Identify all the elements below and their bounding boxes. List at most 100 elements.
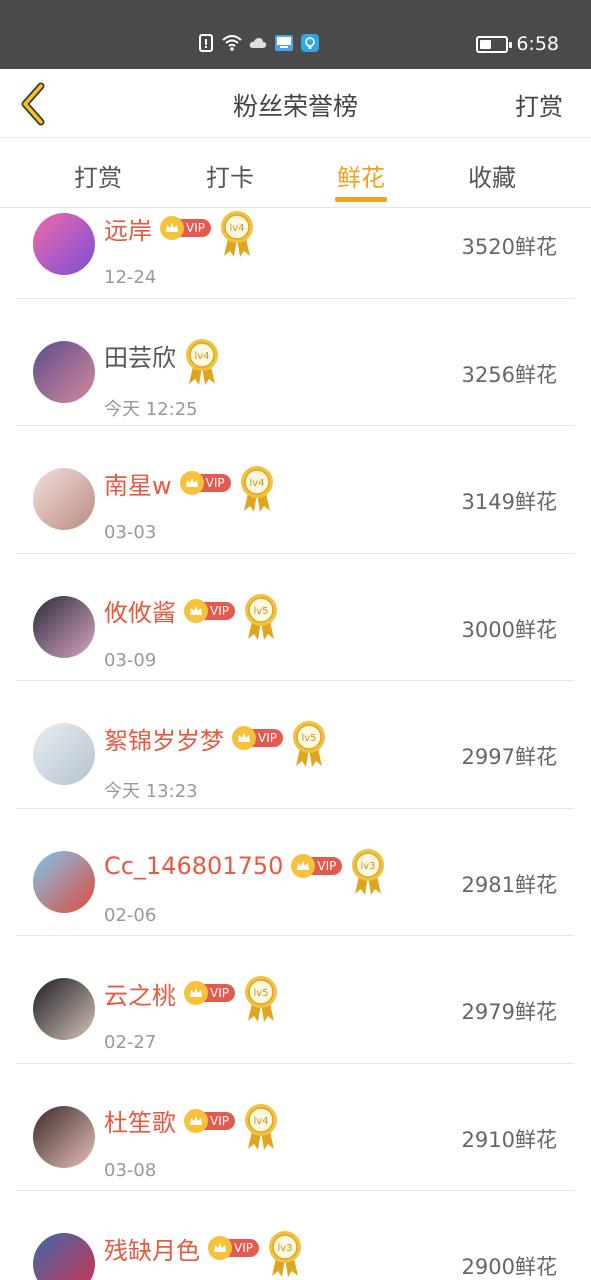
vip-badge: VIP	[291, 853, 343, 878]
reward-button[interactable]: 打赏	[515, 87, 563, 122]
tab-favorites[interactable]: 收藏	[452, 158, 532, 193]
fan-name[interactable]: 杜笙歌	[104, 1103, 176, 1138]
list-item[interactable]: 攸攸酱 VIP lv5 03-09 3000鲜花	[0, 554, 591, 682]
level-medal-icon: lv4	[239, 465, 275, 513]
name-line: 杜笙歌 VIP lv4	[104, 1103, 279, 1150]
svg-text:lv4: lv4	[253, 1116, 268, 1127]
fan-name[interactable]: 絮锦岁岁梦	[104, 721, 224, 756]
cloud-icon	[249, 38, 267, 48]
crown-icon	[291, 853, 316, 878]
list-item[interactable]: 田芸欣 lv4 今天 12:25 3256鲜花	[0, 299, 591, 427]
level-medal-icon: lv3	[267, 1230, 303, 1278]
avatar[interactable]	[33, 213, 95, 275]
fan-date: 今天 13:23	[104, 781, 198, 802]
name-line: 田芸欣 lv4	[104, 338, 220, 385]
status-time: 6:58	[516, 33, 559, 55]
fan-name[interactable]: 残缺月色	[104, 1231, 200, 1266]
tab-flowers[interactable]: 鲜花	[321, 158, 401, 193]
fan-date: 02-27	[104, 1032, 157, 1053]
alert-icon	[199, 34, 213, 52]
crown-icon	[184, 981, 208, 1005]
fan-name[interactable]: 攸攸酱	[104, 593, 176, 628]
tab-reward[interactable]: 打赏	[58, 158, 138, 193]
name-line: 云之桃 VIP lv5	[104, 976, 279, 1022]
name-line: 絮锦岁岁梦 VIP lv5	[104, 721, 327, 767]
status-bar: 6:58	[0, 0, 591, 69]
list-item[interactable]: 南星w VIP lv4 03-03 3149鲜花	[0, 426, 591, 554]
status-icons	[196, 32, 320, 54]
fan-ranking-list[interactable]: 远岸 VIP lv4 12-24 3520鲜花 田芸欣 lv4 今天 12:25 3256鲜花南…	[0, 208, 591, 1280]
fan-date: 02-06	[104, 904, 157, 926]
fan-name[interactable]: 田芸欣	[104, 338, 176, 373]
vip-badge: VIP	[184, 1108, 235, 1133]
avatar[interactable]	[33, 468, 95, 530]
svg-text:lv3: lv3	[361, 861, 376, 872]
vip-badge: VIP	[232, 726, 283, 750]
list-item[interactable]: 絮锦岁岁梦 VIP lv5 今天 13:23 2997鲜花	[0, 681, 591, 809]
level-medal-icon: lv4	[219, 210, 255, 258]
vip-badge: VIP	[184, 981, 235, 1005]
svg-text:lv5: lv5	[253, 606, 268, 617]
image-app-icon	[275, 35, 293, 51]
tips-app-icon	[301, 34, 319, 52]
svg-text:lv5: lv5	[253, 988, 268, 999]
fan-date: 03-08	[104, 1159, 157, 1181]
vip-badge: VIP	[208, 1236, 259, 1260]
svg-text:lv4: lv4	[249, 478, 264, 489]
crown-icon	[179, 471, 204, 495]
flower-count: 3000鲜花	[461, 617, 557, 642]
avatar[interactable]	[33, 1233, 95, 1280]
fan-date: 03-09	[104, 649, 157, 671]
fan-name[interactable]: Cc_146801750	[104, 852, 283, 880]
avatar[interactable]	[33, 1105, 95, 1168]
avatar[interactable]	[33, 978, 95, 1040]
avatar[interactable]	[33, 850, 95, 913]
flower-count: 2979鲜花	[461, 1000, 557, 1024]
level-medal-icon: lv3	[350, 848, 386, 896]
vip-badge: VIP	[160, 216, 211, 240]
name-line: 远岸 VIP lv4	[104, 211, 255, 257]
svg-text:lv4: lv4	[194, 351, 209, 362]
wifi-icon	[222, 35, 242, 51]
svg-text:lv4: lv4	[229, 223, 244, 234]
flower-count: 2910鲜花	[461, 1127, 557, 1152]
level-medal-icon: lv4	[243, 1103, 279, 1151]
status-right: 6:58	[476, 32, 559, 56]
crown-icon	[232, 726, 256, 750]
fan-date: 03-03	[104, 522, 157, 543]
list-item[interactable]: Cc_146801750 VIP lv3 02-06 2981鲜花	[0, 809, 591, 937]
svg-text:lv3: lv3	[277, 1243, 292, 1254]
name-line: 南星w VIP lv4	[104, 466, 275, 512]
fan-date: 今天 12:25	[104, 398, 198, 420]
list-item[interactable]: 残缺月色 VIP lv3 2900鲜花	[0, 1191, 591, 1280]
level-medal-icon: lv5	[243, 593, 279, 641]
level-medal-icon: lv5	[291, 720, 327, 768]
flower-count: 2900鲜花	[461, 1255, 557, 1279]
list-item[interactable]: 远岸 VIP lv4 12-24 3520鲜花	[0, 208, 591, 299]
level-medal-icon: lv5	[243, 975, 279, 1023]
vip-badge: VIP	[184, 598, 235, 623]
fan-name[interactable]: 远岸	[104, 211, 152, 246]
crown-icon	[184, 1108, 208, 1133]
fan-date: 12-24	[104, 267, 157, 288]
tab-bar: 打赏 打卡 鲜花 收藏	[0, 138, 591, 208]
page-title: 粉丝荣誉榜	[232, 92, 358, 121]
tab-checkin[interactable]: 打卡	[190, 158, 270, 193]
flower-count: 3149鲜花	[461, 490, 557, 514]
name-line: 残缺月色 VIP lv3	[104, 1231, 303, 1277]
list-item[interactable]: 云之桃 VIP lv5 02-27 2979鲜花	[0, 936, 591, 1064]
name-line: 攸攸酱 VIP lv5	[104, 593, 279, 640]
navigation-bar: 粉丝荣誉榜 打赏	[0, 69, 591, 138]
fan-name[interactable]: 云之桃	[104, 976, 176, 1011]
avatar[interactable]	[33, 340, 95, 403]
avatar[interactable]	[33, 723, 95, 785]
flower-count: 3520鲜花	[461, 235, 557, 259]
battery-icon	[476, 35, 513, 53]
active-tab-indicator	[335, 197, 387, 202]
avatar[interactable]	[33, 595, 95, 658]
crown-icon	[184, 598, 208, 623]
level-medal-icon: lv4	[184, 338, 220, 386]
list-item[interactable]: 杜笙歌 VIP lv4 03-08 2910鲜花	[0, 1064, 591, 1192]
flower-count: 2997鲜花	[461, 745, 557, 769]
fan-name[interactable]: 南星w	[104, 466, 172, 501]
